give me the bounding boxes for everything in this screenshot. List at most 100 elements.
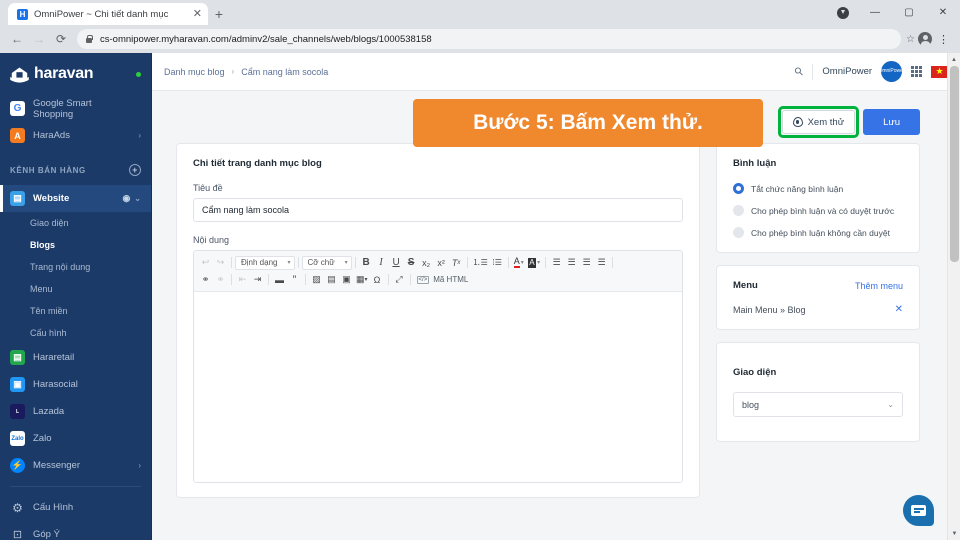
comment-option-unmoderated[interactable]: Cho phép bình luận không cần duyệt xyxy=(733,227,903,238)
avatar[interactable]: OmniPower xyxy=(881,61,902,82)
redo-icon[interactable]: ↪ xyxy=(213,255,228,270)
html-source-button[interactable]: </> Mã HTML xyxy=(414,275,472,284)
sidebar-item-label: Hararetail xyxy=(33,352,74,363)
sidebar-item-haraads[interactable]: A HaraAds › xyxy=(0,122,151,149)
sidebar-item-lazada[interactable]: L Lazada xyxy=(0,398,151,425)
hararetail-icon: ▤ xyxy=(10,350,25,365)
image-icon[interactable]: ▨ xyxy=(309,272,324,287)
reload-button[interactable]: ⟳ xyxy=(50,28,72,50)
downloads-icon[interactable] xyxy=(828,7,858,19)
breadcrumb-root[interactable]: Danh mục blog xyxy=(164,67,225,77)
subscript-icon[interactable]: x₂ xyxy=(419,255,434,270)
bullet-list-icon[interactable]: ⁞☰ xyxy=(490,255,505,270)
breadcrumb-separator-icon: › xyxy=(232,67,235,76)
toolbar-row-1: ↩ ↪ Định dạng ▾ Cỡ chữ ▾ xyxy=(198,254,678,271)
strikethrough-icon[interactable]: S xyxy=(404,255,419,270)
eye-icon[interactable]: ◉ xyxy=(122,193,130,204)
link-icon[interactable]: ⚭ xyxy=(198,272,213,287)
bg-color-icon[interactable]: A▾ xyxy=(526,258,542,268)
comment-option-moderated[interactable]: Cho phép bình luận và có duyệt trước xyxy=(733,205,903,216)
remove-menu-icon[interactable]: ✕ xyxy=(895,304,903,315)
table-icon[interactable]: ▦▾ xyxy=(354,272,370,287)
lazada-icon: L xyxy=(10,404,25,419)
radio-icon xyxy=(733,183,744,194)
bookmark-star-icon[interactable]: ☆ xyxy=(906,34,915,45)
save-button[interactable]: Lưu xyxy=(863,109,920,135)
chevron-down-icon: ▾ xyxy=(287,259,290,266)
fontsize-select[interactable]: Cỡ chữ ▾ xyxy=(302,256,352,270)
align-center-icon[interactable]: ☰ xyxy=(564,255,579,270)
sidebar-item-cau-hinh-web[interactable]: Cấu hình xyxy=(0,322,151,344)
sidebar-item-zalo[interactable]: Zalo Zalo xyxy=(0,425,151,452)
sidebar-item-messenger[interactable]: ⚡ Messenger › xyxy=(0,452,151,479)
format-select[interactable]: Định dạng ▾ xyxy=(235,256,295,270)
sidebar-item-ten-mien[interactable]: Tên miền xyxy=(0,300,151,322)
divider xyxy=(298,257,299,268)
italic-icon[interactable]: I xyxy=(374,255,389,270)
sidebar-item-cau-hinh[interactable]: ⚙ Cấu Hình xyxy=(0,494,151,521)
apps-grid-icon[interactable] xyxy=(911,66,922,77)
preview-button[interactable]: Xem thử xyxy=(782,110,855,134)
sidebar-item-hararetail[interactable]: ▤ Hararetail xyxy=(0,344,151,371)
tab-close-icon[interactable]: ✕ xyxy=(193,9,202,20)
divider xyxy=(231,274,232,285)
sidebar-item-giao-dien[interactable]: Giao diện xyxy=(0,212,151,234)
browser-tab[interactable]: H OmniPower ~ Chi tiết danh mục ✕ xyxy=(8,3,208,25)
sidebar-item-blogs[interactable]: Blogs xyxy=(0,234,151,256)
new-tab-button[interactable]: + xyxy=(208,3,230,25)
search-icon[interactable]: ⚲ xyxy=(792,64,807,79)
add-channel-icon[interactable]: + xyxy=(129,164,141,176)
minimize-button[interactable]: — xyxy=(858,0,892,25)
outdent-icon[interactable]: ⇤ xyxy=(235,272,250,287)
browser-chrome: H OmniPower ~ Chi tiết danh mục ✕ + — ▢ … xyxy=(0,0,960,53)
text-color-icon[interactable]: A▾ xyxy=(512,257,526,268)
horizontal-rule-icon[interactable]: ▬ xyxy=(272,272,287,287)
maximize-button[interactable]: ▢ xyxy=(892,0,926,25)
vietnam-flag-icon[interactable]: ★ xyxy=(931,66,948,78)
format-select-label: Định dạng xyxy=(241,258,277,267)
clear-format-icon[interactable]: Tx xyxy=(449,255,464,270)
scroll-up-arrow[interactable]: ▲ xyxy=(948,53,960,66)
special-char-icon[interactable]: Ω xyxy=(370,272,385,287)
blockquote-icon[interactable]: ” xyxy=(287,272,302,287)
close-window-button[interactable]: ✕ xyxy=(926,0,960,25)
forward-button[interactable]: → xyxy=(28,28,50,50)
align-right-icon[interactable]: ☰ xyxy=(579,255,594,270)
sidebar-item-google-smart-shopping[interactable]: G Google Smart Shopping xyxy=(0,95,151,122)
scrollbar-thumb[interactable] xyxy=(950,66,959,262)
insert-media-icon[interactable]: ▤ xyxy=(324,272,339,287)
comment-option-off[interactable]: Tắt chức năng bình luận xyxy=(733,183,903,194)
sidebar-item-gop-y[interactable]: ⊡ Góp Ý xyxy=(0,521,151,540)
bold-icon[interactable]: B xyxy=(359,255,374,270)
fullscreen-icon[interactable]: ⤢ xyxy=(392,272,407,287)
underline-icon[interactable]: U xyxy=(389,255,404,270)
sidebar-item-menu[interactable]: Menu xyxy=(0,278,151,300)
sidebar-item-website[interactable]: ▤ Website ◉ ⌄ xyxy=(0,185,151,212)
superscript-icon[interactable]: x² xyxy=(434,255,449,270)
theme-select[interactable]: blog ⌄ xyxy=(733,392,903,417)
editor-content-area[interactable] xyxy=(194,292,682,482)
brand-logo-block[interactable]: haravan xyxy=(0,53,151,95)
title-input[interactable] xyxy=(193,198,683,222)
sidebar-item-harasocial[interactable]: ▣ Harasocial xyxy=(0,371,151,398)
page-scrollbar[interactable]: ▲ ▼ xyxy=(947,53,960,540)
chat-widget-button[interactable] xyxy=(903,495,934,526)
indent-icon[interactable]: ⇥ xyxy=(250,272,265,287)
align-justify-icon[interactable]: ☰ xyxy=(594,255,609,270)
add-menu-link[interactable]: Thêm menu xyxy=(855,281,903,291)
scroll-down-arrow[interactable]: ▼ xyxy=(948,527,960,540)
app-shell: haravan G Google Smart Shopping A HaraAd… xyxy=(0,53,960,540)
unlink-icon[interactable]: ⚭ xyxy=(213,272,228,287)
browser-profile-icon[interactable] xyxy=(918,32,932,46)
haraads-icon: A xyxy=(10,128,25,143)
video-icon[interactable]: ▣ xyxy=(339,272,354,287)
back-button[interactable]: ← xyxy=(6,28,28,50)
sidebar-subitem-label: Trang nội dung xyxy=(30,262,90,272)
ordered-list-icon[interactable]: ⒈☰ xyxy=(471,255,490,270)
sidebar-item-trang-noi-dung[interactable]: Trang nội dung xyxy=(0,256,151,278)
chevron-down-icon[interactable]: ⌄ xyxy=(134,194,141,203)
align-left-icon[interactable]: ☰ xyxy=(549,255,564,270)
undo-icon[interactable]: ↩ xyxy=(198,255,213,270)
browser-menu-icon[interactable]: ⋮ xyxy=(935,33,952,46)
address-bar[interactable]: cs-omnipower.myharavan.com/adminv2/sale_… xyxy=(77,29,901,49)
